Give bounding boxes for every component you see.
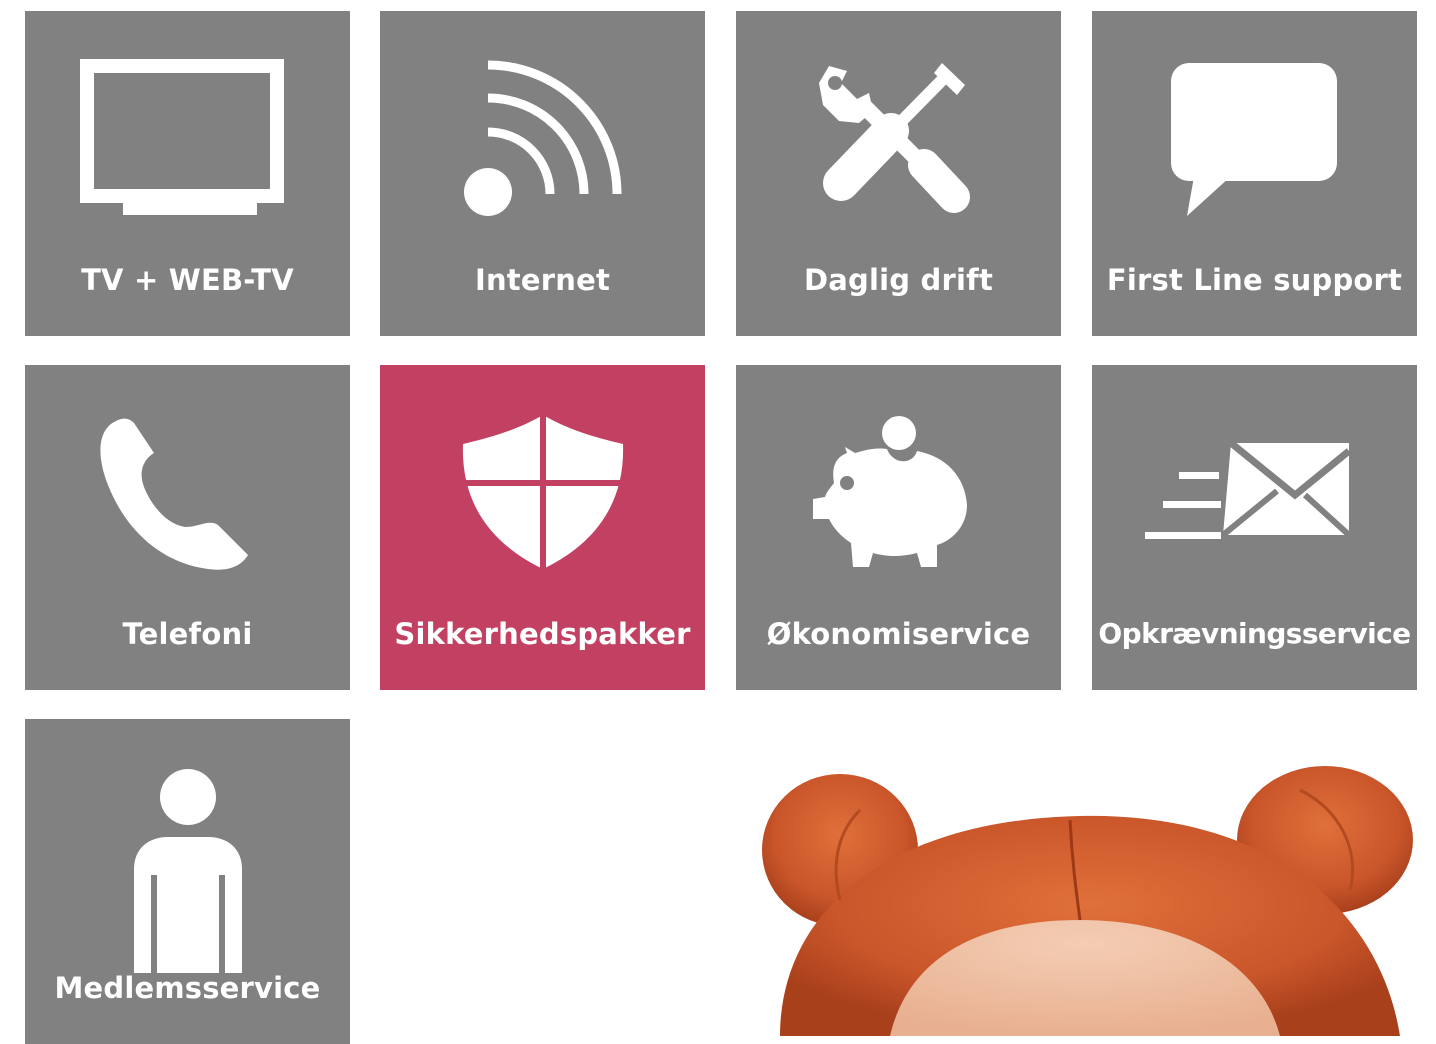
fast-mail-icon: [1144, 440, 1351, 539]
wifi-signal-icon: [463, 60, 621, 216]
tile-opkraevningsservice[interactable]: Opkrævningsservice: [1092, 365, 1417, 690]
tools-icon: [818, 63, 970, 213]
tile-label: TV + WEB-TV: [81, 263, 294, 297]
tile-label: Økonomiservice: [766, 617, 1031, 651]
tile-label: Medlemsservice: [54, 971, 321, 1005]
tile-label: Opkrævningsservice: [1098, 617, 1411, 650]
tile-sikkerhedspakker[interactable]: Sikkerhedspakker: [380, 365, 705, 690]
tile-okonomiservice[interactable]: Økonomiservice: [736, 365, 1061, 690]
tile-internet[interactable]: Internet: [380, 11, 705, 336]
tile-daglig-drift[interactable]: Daglig drift: [736, 11, 1061, 336]
tile-first-line-support[interactable]: First Line support: [1092, 11, 1417, 336]
tile-telefoni[interactable]: Telefoni: [25, 365, 350, 690]
phone-icon: [99, 418, 248, 570]
tile-label: Internet: [474, 263, 611, 297]
piggy-bank-icon: [812, 416, 967, 567]
person-icon: [133, 769, 242, 975]
tile-label: Sikkerhedspakker: [394, 617, 691, 651]
tv-icon: [79, 59, 284, 215]
tile-label: First Line support: [1106, 263, 1403, 297]
tile-tv-web-tv[interactable]: TV + WEB-TV: [25, 11, 350, 336]
tile-label: Daglig drift: [803, 263, 994, 297]
tile-label: Telefoni: [122, 617, 253, 651]
chat-bubble-icon: [1170, 63, 1337, 216]
shield-icon: [458, 415, 627, 571]
hero-photo: [740, 760, 1436, 1036]
tile-medlemsservice[interactable]: Medlemsservice: [25, 719, 350, 1044]
